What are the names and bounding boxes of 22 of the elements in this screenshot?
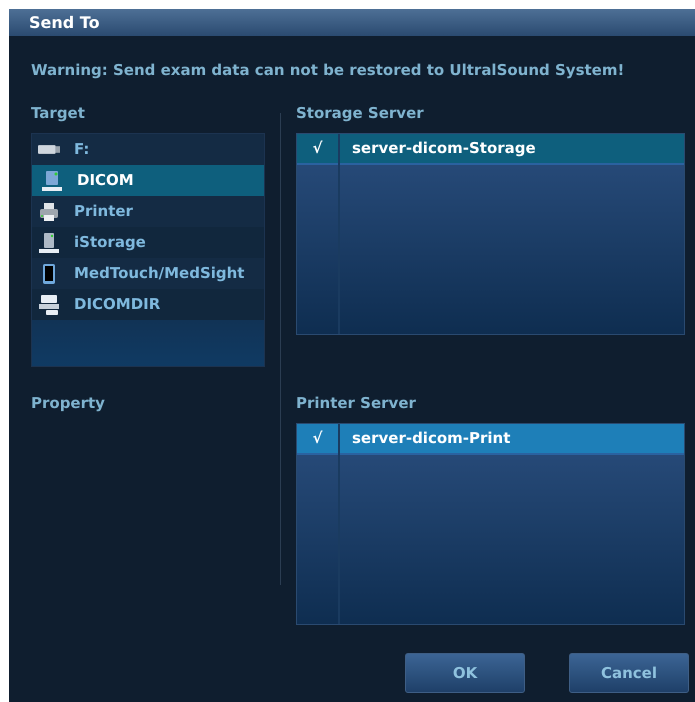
check-mark: √ [311,138,324,160]
section-label: Target [31,104,85,122]
drive-icon [38,294,60,316]
server-icon [38,232,60,254]
server-name: server-dicom-Storage [351,138,536,160]
target-item[interactable]: DICOM [32,165,264,196]
server-name: server-dicom-Print [351,428,510,450]
check-mark: √ [311,428,324,450]
section-label: Storage Server [296,104,424,122]
dialog-button[interactable]: OK [405,653,525,693]
section-label: Property [31,394,105,412]
server-row[interactable]: √ server-dicom-Print [297,424,684,455]
dialog-button[interactable]: Cancel [569,653,689,693]
warning-text: Warning: Send exam data can not be restored to UltralSound System! [31,61,624,79]
server-icon [41,170,63,192]
printer-icon [38,200,60,222]
section-label: Printer Server [296,394,416,412]
target-item[interactable]: DICOMDIR [32,289,264,320]
window-title: Send To [29,13,100,32]
usb-drive-icon [38,145,60,154]
target-item[interactable]: iStorage [32,227,264,258]
server-row[interactable]: √ server-dicom-Storage [297,134,684,165]
